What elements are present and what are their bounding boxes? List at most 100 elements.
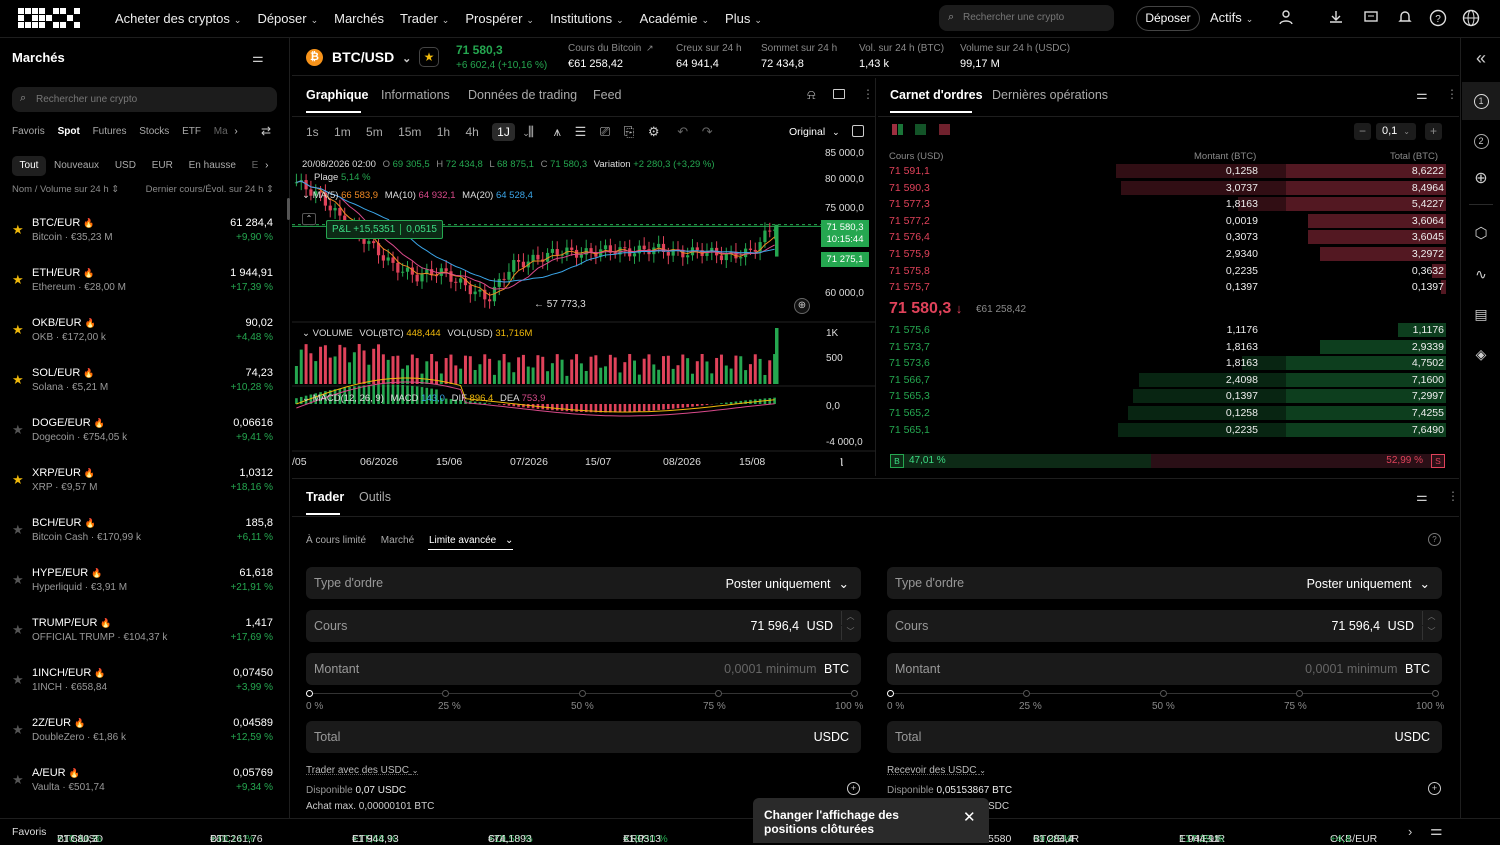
undo-icon[interactable]: ↶: [677, 124, 688, 139]
minus-button[interactable]: −: [1354, 123, 1371, 140]
ask-row[interactable]: 71 577,2 0,0019 3,6064: [880, 213, 1446, 229]
chevron-down-icon[interactable]: ⌄: [505, 535, 513, 546]
favorite-star-icon[interactable]: ★: [12, 672, 24, 688]
add-circle-icon[interactable]: ⊕: [1471, 169, 1491, 189]
favorite-star-icon[interactable]: ★: [12, 722, 24, 738]
slider-step[interactable]: [579, 690, 586, 697]
external-link-icon[interactable]: ↗: [646, 43, 654, 54]
bid-row[interactable]: 71 565,1 0,2235 7,6490: [880, 422, 1446, 438]
tab-recent-trades[interactable]: Dernières opérations: [992, 88, 1108, 102]
pair-selector[interactable]: BTC/USD ⌄: [332, 49, 411, 65]
globe-icon[interactable]: [1462, 9, 1480, 27]
tab-information[interactable]: Informations: [381, 88, 450, 102]
ask-row[interactable]: 71 591,1 0,1258 8,6222: [880, 163, 1446, 179]
filter-e[interactable]: E: [252, 160, 259, 171]
settings-sliders-icon[interactable]: ⚌: [1430, 822, 1443, 839]
tab-favorites[interactable]: Favoris: [12, 126, 45, 137]
favorite-star-icon[interactable]: ★: [12, 272, 24, 288]
slider-step[interactable]: [887, 690, 894, 697]
favorite-star-icon[interactable]: ★: [419, 47, 439, 67]
amount-input[interactable]: Montant0,0001 minimum BTC: [306, 653, 861, 685]
ask-row[interactable]: 71 576,4 0,3073 3,6045: [880, 229, 1446, 245]
market-row[interactable]: ★ 2Z/EUR🔥 DoubleZero · €1,86 k 0,04589 +…: [0, 708, 288, 758]
tab-advanced-limit[interactable]: Limite avancée: [429, 535, 496, 546]
favorite-star-icon[interactable]: ★: [12, 622, 24, 638]
view-asks-icon[interactable]: [939, 124, 950, 135]
stepper-up[interactable]: ︿: [841, 611, 859, 625]
favorite-star-icon[interactable]: ★: [12, 522, 24, 538]
nav-deposit[interactable]: Déposer⌄: [249, 11, 326, 26]
compare-icon[interactable]: ⎘: [624, 124, 634, 139]
tab-feed[interactable]: Feed: [593, 88, 622, 102]
interval-1s[interactable]: 1s: [306, 125, 319, 139]
slider-step[interactable]: [1432, 690, 1439, 697]
tab-trade[interactable]: Trader: [306, 490, 344, 504]
slider-step[interactable]: [1160, 690, 1167, 697]
interval-5m[interactable]: 5m: [366, 125, 383, 139]
tab-orderbook[interactable]: Carnet d'ordres: [890, 88, 983, 102]
col-price-change[interactable]: Dernier cours/Évol. sur 24 h ⇕: [146, 184, 274, 195]
okx-logo[interactable]: [18, 8, 81, 29]
filter-settings-icon[interactable]: ⚌: [252, 50, 264, 66]
view-both-icon[interactable]: [892, 124, 903, 135]
market-row[interactable]: ★ ETH/EUR🔥 Ethereum · €28,00 M 1 944,91 …: [0, 258, 288, 308]
interval-4h[interactable]: 4h: [465, 125, 478, 139]
tab-spot[interactable]: Spot: [58, 126, 80, 137]
interval-1h[interactable]: 1h: [437, 125, 450, 139]
ask-row[interactable]: 71 577,3 1,8163 5,4227: [880, 196, 1446, 212]
settings-gear-icon[interactable]: ⚙: [648, 124, 660, 139]
layers-icon[interactable]: ◈: [1471, 344, 1491, 364]
collapse-left-icon[interactable]: «: [1471, 48, 1491, 68]
bell-icon[interactable]: [1396, 9, 1414, 27]
bid-row[interactable]: 71 566,7 2,4098 7,1600: [880, 372, 1446, 388]
total-input[interactable]: TotalUSDC: [306, 721, 861, 753]
interval-15m[interactable]: 15m: [398, 125, 421, 139]
indicators-icon[interactable]: ⩚: [554, 124, 561, 139]
filter-all[interactable]: Tout: [12, 156, 46, 176]
settings-sliders-icon[interactable]: ⚌: [1416, 87, 1428, 103]
price-input[interactable]: Cours71 596,4 USD ︿ ﹀: [306, 610, 861, 642]
interval-1m[interactable]: 1m: [334, 125, 351, 139]
nav-institutions[interactable]: Institutions⌄: [542, 11, 632, 26]
filter-eur[interactable]: EUR: [152, 160, 173, 171]
settings-sliders-icon[interactable]: ⚌: [1416, 489, 1428, 505]
nav-trade[interactable]: Trader⌄: [392, 11, 457, 26]
ticker-favorites[interactable]: Favoris: [12, 826, 46, 838]
tab-limit[interactable]: À cours limité: [306, 535, 366, 546]
chat-icon[interactable]: [1362, 9, 1380, 27]
favorite-star-icon[interactable]: ★: [12, 472, 24, 488]
receive-select[interactable]: Recevoir des USDC ⌄: [887, 765, 986, 776]
favorite-star-icon[interactable]: ★: [12, 372, 24, 388]
filter-usd[interactable]: USD: [115, 160, 136, 171]
slider-step[interactable]: [715, 690, 722, 697]
slider-step[interactable]: [306, 690, 313, 697]
market-row[interactable]: ★ BCH/EUR🔥 Bitcoin Cash · €170,99 k 185,…: [0, 508, 288, 558]
chevron-right-icon[interactable]: ›: [1408, 824, 1412, 839]
tab-tools[interactable]: Outils: [359, 490, 391, 504]
step-select[interactable]: 0,1⌄: [1376, 123, 1416, 140]
favorite-star-icon[interactable]: ★: [12, 222, 24, 238]
add-funds-icon[interactable]: +: [1428, 782, 1441, 795]
tab-market[interactable]: Marché: [381, 535, 414, 546]
more-vertical-icon[interactable]: ⋮: [1446, 87, 1458, 101]
swap-icon[interactable]: ⇄: [261, 124, 271, 138]
total-input[interactable]: TotalUSDC: [887, 721, 1442, 753]
market-row[interactable]: ★ XRP/EUR🔥 XRP · €9,57 M 1,0312 +18,16 %: [0, 458, 288, 508]
nav-grow[interactable]: Prospérer⌄: [457, 11, 542, 26]
chevron-right-icon[interactable]: ›: [234, 126, 237, 137]
nav-buy-crypto[interactable]: Acheter des cryptos⌄: [107, 11, 249, 26]
hexagon-icon[interactable]: ⬡: [1471, 224, 1491, 244]
deposit-button[interactable]: Déposer: [1136, 6, 1200, 31]
bid-row[interactable]: 71 573,7 1,8163 2,9339: [880, 339, 1446, 355]
market-row[interactable]: ★ OKB/EUR🔥 OKB · €172,00 k 90,02 +4,48 %: [0, 308, 288, 358]
more-vertical-icon[interactable]: ⋮: [862, 87, 874, 101]
market-row[interactable]: ★ TRUMP/EUR🔥 OFFICIAL TRUMP · €104,37 k …: [0, 608, 288, 658]
bid-row[interactable]: 71 565,2 0,1258 7,4255: [880, 405, 1446, 421]
market-row[interactable]: ★ 1INCH/EUR🔥 1INCH · €658,84 0,07450 +3,…: [0, 658, 288, 708]
help-icon[interactable]: ?: [1428, 533, 1441, 546]
market-row[interactable]: ★ BTC/EUR🔥 Bitcoin · €35,23 M 61 284,4 +…: [0, 208, 288, 258]
ask-row[interactable]: 71 575,9 2,9340 3,2972: [880, 246, 1446, 262]
redo-icon[interactable]: ↷: [702, 124, 713, 139]
bid-row[interactable]: 71 575,6 1,1176 1,1176: [880, 322, 1446, 338]
market-row[interactable]: ★ A/EUR🔥 Vaulta · €501,74 0,05769 +9,34 …: [0, 758, 288, 808]
